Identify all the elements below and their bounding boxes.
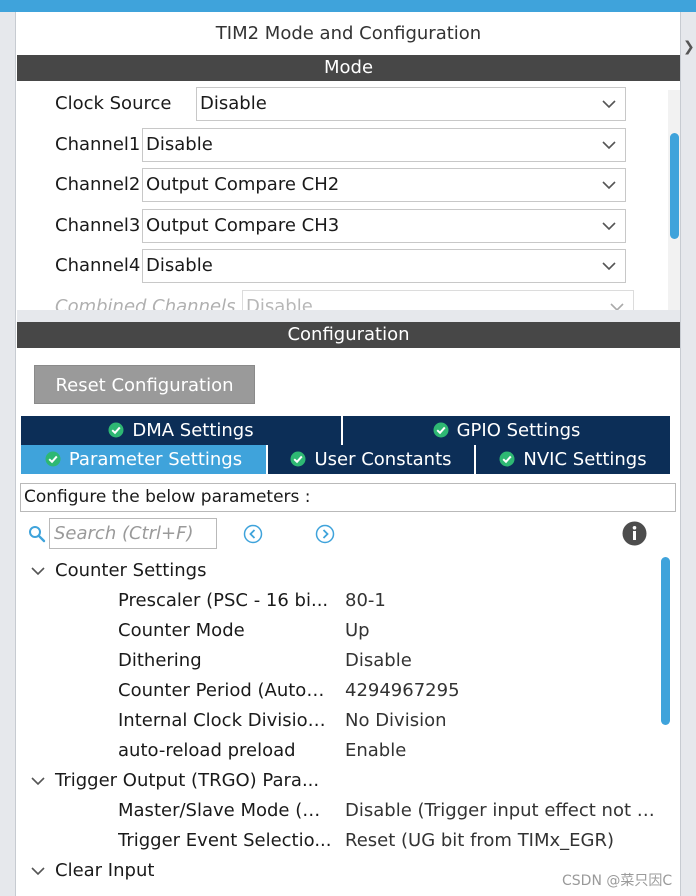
channel3-select[interactable]: Output Compare CH3 bbox=[142, 209, 626, 243]
channel3-value: Output Compare CH3 bbox=[146, 215, 340, 236]
combined-channels-label: Combined Channels bbox=[55, 296, 236, 310]
configuration-section-header[interactable]: Configuration bbox=[17, 322, 680, 348]
chevron-down-icon[interactable] bbox=[30, 564, 46, 578]
info-icon[interactable] bbox=[622, 521, 647, 546]
channel4-select[interactable]: Disable bbox=[142, 249, 626, 283]
combined-channels-select[interactable]: Disable bbox=[242, 290, 634, 310]
channel1-label: Channel1 bbox=[55, 134, 141, 155]
check-circle-icon bbox=[108, 422, 124, 438]
param-name: Dithering bbox=[118, 650, 202, 671]
group-counter-settings[interactable]: Counter Settings bbox=[20, 556, 660, 586]
group-label: Clear Input bbox=[55, 860, 155, 881]
clock-source-value: Disable bbox=[200, 93, 267, 114]
previous-match-icon[interactable] bbox=[243, 524, 263, 544]
param-name: Counter Mode bbox=[118, 620, 245, 641]
section-divider[interactable] bbox=[17, 310, 680, 322]
group-trigger-output[interactable]: Trigger Output (TRGO) Para... bbox=[20, 766, 660, 796]
param-name: auto-reload preload bbox=[118, 740, 296, 761]
param-value[interactable]: Disable bbox=[345, 646, 660, 676]
chevron-down-icon bbox=[602, 181, 616, 190]
tab-label: GPIO Settings bbox=[456, 420, 581, 441]
param-row[interactable]: Trigger Event Selectio... Reset (UG bit … bbox=[20, 826, 660, 856]
check-circle-icon bbox=[499, 451, 515, 467]
param-value[interactable]: 4294967295 bbox=[345, 676, 660, 706]
tab-label: NVIC Settings bbox=[523, 449, 647, 470]
panel-title: TIM2 Mode and Configuration bbox=[17, 14, 680, 54]
tab-parameter-settings[interactable]: Parameter Settings bbox=[21, 445, 266, 474]
tab-label: User Constants bbox=[314, 449, 452, 470]
param-value[interactable]: No Division bbox=[345, 706, 660, 736]
param-value[interactable]: Disable (Trigger input effect not d... bbox=[345, 796, 660, 826]
tab-nvic-settings[interactable]: NVIC Settings bbox=[476, 445, 670, 474]
reset-configuration-button[interactable]: Reset Configuration bbox=[34, 365, 255, 404]
search-input[interactable] bbox=[49, 518, 217, 549]
param-value[interactable]: Up bbox=[345, 616, 660, 646]
configuration-scrollbar-thumb[interactable] bbox=[661, 557, 670, 725]
chevron-down-icon[interactable] bbox=[30, 774, 46, 788]
chevron-down-icon bbox=[602, 262, 616, 271]
watermark: CSDN @菜只因C bbox=[562, 873, 673, 889]
param-row[interactable]: Internal Clock Division ... No Division bbox=[20, 706, 660, 736]
chevron-down-icon[interactable] bbox=[30, 864, 46, 878]
channel3-label: Channel3 bbox=[55, 215, 141, 236]
mode-area: Clock Source Disable Channel1 Disable Ch… bbox=[17, 81, 680, 310]
tab-user-constants[interactable]: User Constants bbox=[268, 445, 474, 474]
collapse-arrow-icon[interactable]: ❯ bbox=[683, 36, 695, 58]
mode-section-header[interactable]: Mode bbox=[17, 55, 680, 81]
group-label: Counter Settings bbox=[55, 560, 207, 581]
next-match-icon[interactable] bbox=[315, 524, 335, 544]
channel1-select[interactable]: Disable bbox=[142, 128, 626, 162]
combined-channels-value: Disable bbox=[246, 296, 313, 310]
check-circle-icon bbox=[433, 422, 449, 438]
chevron-down-icon bbox=[610, 303, 624, 310]
channel2-value: Output Compare CH2 bbox=[146, 174, 340, 195]
param-row[interactable]: Dithering Disable bbox=[20, 646, 660, 676]
param-row[interactable]: Master/Slave Mode (M... Disable (Trigger… bbox=[20, 796, 660, 826]
tab-label: DMA Settings bbox=[132, 420, 254, 441]
channel2-label: Channel2 bbox=[55, 174, 141, 195]
tab-label: Parameter Settings bbox=[68, 449, 243, 470]
channel1-value: Disable bbox=[146, 134, 213, 155]
param-value[interactable]: Reset (UG bit from TIMx_EGR) bbox=[345, 826, 660, 856]
param-row[interactable]: auto-reload preload Enable bbox=[20, 736, 660, 766]
search-icon[interactable] bbox=[28, 525, 46, 543]
chevron-down-icon bbox=[602, 141, 616, 150]
tab-gpio-settings[interactable]: GPIO Settings bbox=[343, 416, 670, 445]
clock-source-label: Clock Source bbox=[55, 93, 172, 114]
window-top-bar bbox=[0, 0, 696, 12]
chevron-down-icon bbox=[602, 222, 616, 231]
param-name: Master/Slave Mode (M... bbox=[118, 800, 333, 821]
param-name: Trigger Event Selectio... bbox=[118, 830, 332, 851]
parameters-description: Configure the below parameters : bbox=[20, 483, 676, 512]
param-value[interactable]: Enable bbox=[345, 736, 660, 766]
group-label: Trigger Output (TRGO) Para... bbox=[55, 770, 320, 791]
channel4-value: Disable bbox=[146, 255, 213, 276]
left-panel-edge bbox=[0, 12, 16, 896]
param-row[interactable]: Counter Period (AutoR... 4294967295 bbox=[20, 676, 660, 706]
param-name: Counter Period (AutoR... bbox=[118, 680, 333, 701]
right-panel-edge bbox=[680, 12, 696, 896]
channel4-label: Channel4 bbox=[55, 255, 141, 276]
param-row[interactable]: Counter Mode Up bbox=[20, 616, 660, 646]
mode-scrollbar-thumb[interactable] bbox=[670, 133, 679, 239]
tab-dma-settings[interactable]: DMA Settings bbox=[21, 416, 341, 445]
channel2-select[interactable]: Output Compare CH2 bbox=[142, 168, 626, 202]
param-name: Prescaler (PSC - 16 bi... bbox=[118, 590, 329, 611]
chevron-down-icon bbox=[602, 100, 616, 109]
clock-source-select[interactable]: Disable bbox=[196, 87, 626, 121]
param-row[interactable]: Prescaler (PSC - 16 bi... 80-1 bbox=[20, 586, 660, 616]
param-name: Internal Clock Division ... bbox=[118, 710, 333, 731]
param-value[interactable]: 80-1 bbox=[345, 586, 660, 616]
check-circle-icon bbox=[45, 451, 61, 467]
check-circle-icon bbox=[290, 451, 306, 467]
